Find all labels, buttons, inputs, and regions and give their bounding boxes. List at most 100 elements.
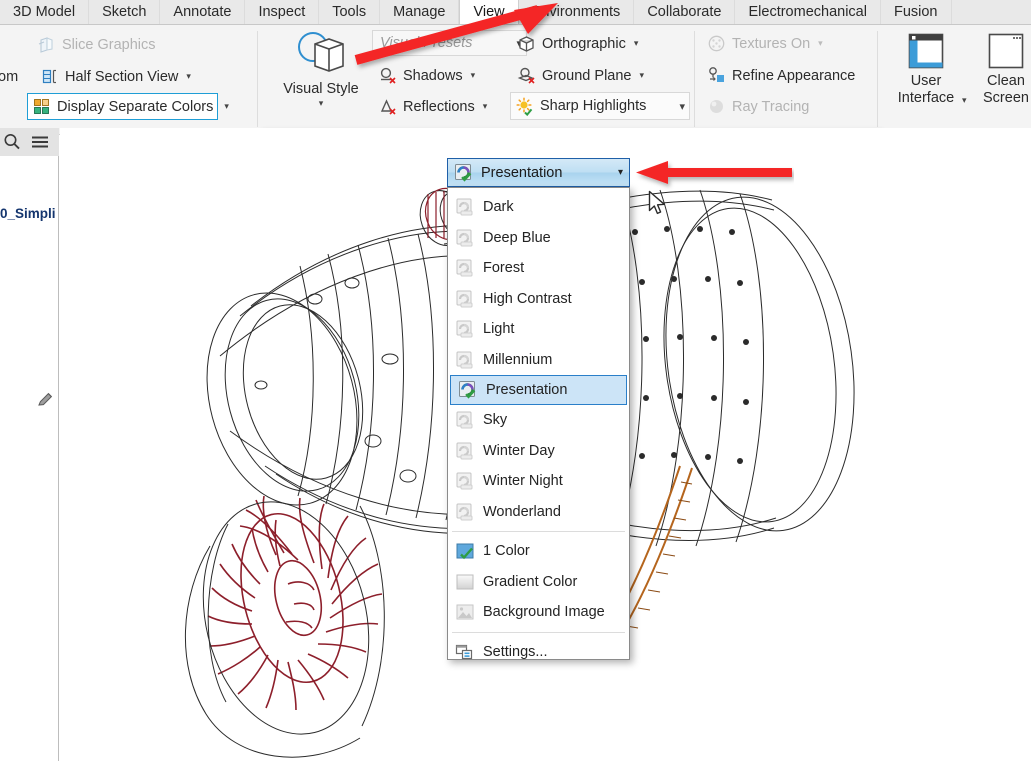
preset-icon xyxy=(455,471,475,491)
ribbon-panel-visual-style: Visual Style ▾ Visual Presets ▾ Shadows xyxy=(258,25,693,135)
sharp-highlights-label: Sharp Highlights xyxy=(540,98,647,114)
chevron-down-icon[interactable]: ▾ xyxy=(639,70,644,81)
display-separate-colors-label: Display Separate Colors xyxy=(57,98,214,115)
menu-item-1-color[interactable]: 1 Color xyxy=(448,536,629,567)
ribbon-body: Slice Graphics om Half Section View ▾ Di… xyxy=(0,25,1031,135)
preset-icon xyxy=(455,441,475,461)
chevron-down-icon[interactable]: ▾ xyxy=(962,95,967,106)
menu-item-label: Millennium xyxy=(483,351,553,368)
half-section-view-icon xyxy=(40,67,59,86)
menu-item-label: Winter Day xyxy=(483,442,555,459)
ground-plane-label: Ground Plane xyxy=(542,67,632,84)
chevron-down-icon[interactable]: ▾ xyxy=(483,101,488,112)
ground-plane-button[interactable]: Ground Plane ▾ xyxy=(513,62,648,89)
textures-icon xyxy=(707,34,726,53)
visual-preset-current-button[interactable]: Presentation ▾ xyxy=(447,158,630,187)
ribbon-tab-fusion[interactable]: Fusion xyxy=(880,0,952,24)
menu-separator xyxy=(452,531,625,532)
shadows-label: Shadows xyxy=(403,67,463,84)
ribbon-tab-3d-model[interactable]: 3D Model xyxy=(0,0,90,24)
menu-item-label: Gradient Color xyxy=(483,573,578,590)
reflections-button[interactable]: Reflections ▾ xyxy=(374,93,491,120)
orthographic-label: Orthographic xyxy=(542,35,626,52)
menu-item-background-image[interactable]: Background Image xyxy=(448,597,629,628)
menu-item-deep-blue[interactable]: Deep Blue xyxy=(448,223,629,254)
clean-screen-button[interactable]: Clean Screen xyxy=(970,31,1031,107)
menu-item-label: Dark xyxy=(483,199,514,216)
visual-preset-dropdown-menu[interactable]: Dark Deep Blue Forest High Contrast Light Mil… xyxy=(447,187,630,660)
menu-item-winter-night[interactable]: Winter Night xyxy=(448,466,629,497)
model-browser-panel: 0_Simpli xyxy=(0,128,59,761)
chevron-down-icon[interactable]: ▾ xyxy=(634,38,639,49)
menu-item-label: Forest xyxy=(483,260,525,277)
menu-item-millennium[interactable]: Millennium xyxy=(448,345,629,376)
ribbon-tab-manage[interactable]: Manage xyxy=(380,0,460,24)
pencil-icon[interactable] xyxy=(36,391,54,409)
visual-presets-combo[interactable]: Visual Presets ▾ xyxy=(372,30,527,56)
ribbon-tab-view[interactable]: View xyxy=(459,0,519,24)
menu-item-dark[interactable]: Dark xyxy=(448,192,629,223)
half-section-view-button[interactable]: Half Section View ▾ xyxy=(36,63,195,90)
zoom-label-text: om xyxy=(0,68,19,85)
display-separate-colors-button[interactable]: Display Separate Colors xyxy=(27,93,219,120)
sharp-highlights-button[interactable]: Sharp Highlights ▾ xyxy=(510,92,690,120)
refine-appearance-button[interactable]: Refine Appearance xyxy=(703,62,859,89)
one-color-icon xyxy=(455,541,475,561)
browser-node-label[interactable]: 0_Simpli xyxy=(0,206,59,221)
ribbon-tab-annotate[interactable]: Annotate xyxy=(160,0,246,24)
menu-item-label: High Contrast xyxy=(483,290,572,307)
ribbon-tab-sketch[interactable]: Sketch xyxy=(89,0,161,24)
textures-on-button: Textures On ▾ xyxy=(703,30,827,57)
visual-style-label: Visual Style xyxy=(283,81,359,97)
preset-icon xyxy=(455,319,475,339)
preset-icon xyxy=(455,258,475,278)
menu-item-sky[interactable]: Sky xyxy=(448,405,629,436)
ribbon-panel-windows: User Interface ▾ Clean Screen xyxy=(878,25,1031,135)
ribbon-tab-collaborate[interactable]: Collaborate xyxy=(634,0,736,24)
menu-item-high-contrast[interactable]: High Contrast xyxy=(448,284,629,315)
chevron-down-icon[interactable]: ▾ xyxy=(679,100,685,113)
search-icon[interactable] xyxy=(2,132,22,152)
orthographic-button[interactable]: Orthographic ▾ xyxy=(513,30,642,57)
reflections-label: Reflections xyxy=(403,98,475,115)
menu-item-forest[interactable]: Forest xyxy=(448,253,629,284)
presentation-preset-icon xyxy=(458,380,478,400)
ribbon-panel-appearance-2: Textures On ▾ Refine Appearance Ray Trac… xyxy=(695,25,875,135)
menu-separator xyxy=(452,631,625,633)
visual-presets-placeholder: Visual Presets xyxy=(380,35,473,51)
ground-plane-off-icon xyxy=(517,66,536,85)
shadows-button[interactable]: Shadows ▾ xyxy=(374,62,479,89)
menu-item-settings[interactable]: Settings... xyxy=(448,637,629,668)
reflections-off-icon xyxy=(378,97,397,116)
gradient-color-icon xyxy=(455,572,475,592)
menu-item-presentation[interactable]: Presentation xyxy=(450,375,627,405)
inventor-window: 3D Model Sketch Annotate Inspect Tools Manage… xyxy=(0,0,1031,761)
hamburger-menu-icon[interactable] xyxy=(30,132,50,152)
menu-item-light[interactable]: Light xyxy=(448,314,629,345)
zoom-label-partial: om xyxy=(0,63,22,90)
chevron-down-icon[interactable]: ▾ xyxy=(278,98,364,109)
preset-icon xyxy=(455,502,475,522)
textures-on-label: Textures On xyxy=(732,35,811,52)
chevron-down-icon[interactable]: ▾ xyxy=(618,167,623,178)
display-separate-colors-group: Display Separate Colors ▾ xyxy=(27,93,229,120)
ribbon-tab-tools[interactable]: Tools xyxy=(319,0,381,24)
chevron-down-icon[interactable]: ▾ xyxy=(186,71,191,82)
ribbon-tab-environments[interactable]: Environments xyxy=(518,0,635,24)
chevron-down-icon[interactable]: ▾ xyxy=(471,70,476,81)
menu-item-winter-day[interactable]: Winter Day xyxy=(448,436,629,467)
sharp-highlights-icon xyxy=(515,96,534,116)
chevron-down-icon[interactable]: ▾ xyxy=(224,101,229,112)
user-interface-button[interactable]: User Interface xyxy=(890,31,962,107)
preset-icon xyxy=(455,228,475,248)
preset-icon xyxy=(455,350,475,370)
visual-style-button[interactable]: Visual Style ▾ xyxy=(278,30,364,109)
user-interface-label-line1: User xyxy=(910,73,942,89)
menu-item-gradient-color[interactable]: Gradient Color xyxy=(448,567,629,598)
ribbon-tab-inspect[interactable]: Inspect xyxy=(245,0,320,24)
ribbon-tab-electromechanical[interactable]: Electromechanical xyxy=(735,0,881,24)
menu-item-wonderland[interactable]: Wonderland xyxy=(448,497,629,528)
ray-tracing-icon xyxy=(707,97,726,116)
menu-item-label: Sky xyxy=(483,412,508,429)
ribbon-tab-strip: 3D Model Sketch Annotate Inspect Tools Manage… xyxy=(0,0,1031,25)
